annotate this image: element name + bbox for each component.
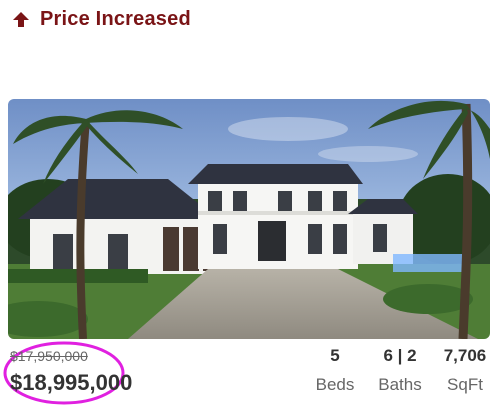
- listing-photo[interactable]: [8, 99, 490, 339]
- sqft-stat: 7,706 SqFt: [436, 346, 494, 396]
- sqft-label: SqFt: [447, 375, 483, 394]
- beds-stat: 5 Beds: [310, 346, 360, 396]
- price-status-text: Price Increased: [40, 8, 191, 30]
- house-image: [8, 99, 490, 339]
- beds-label: Beds: [315, 375, 355, 394]
- price-status-banner: Price Increased: [12, 8, 191, 31]
- baths-stat: 6 | 2 Baths: [370, 346, 430, 396]
- current-price: $18,995,000: [10, 370, 133, 395]
- arrow-up-icon: [13, 11, 29, 27]
- sqft-value: 7,706: [443, 346, 487, 365]
- previous-price: $17,950,000: [10, 348, 88, 364]
- beds-value: 5: [330, 346, 340, 365]
- baths-label: Baths: [378, 375, 422, 394]
- baths-value: 6 | 2: [383, 346, 417, 365]
